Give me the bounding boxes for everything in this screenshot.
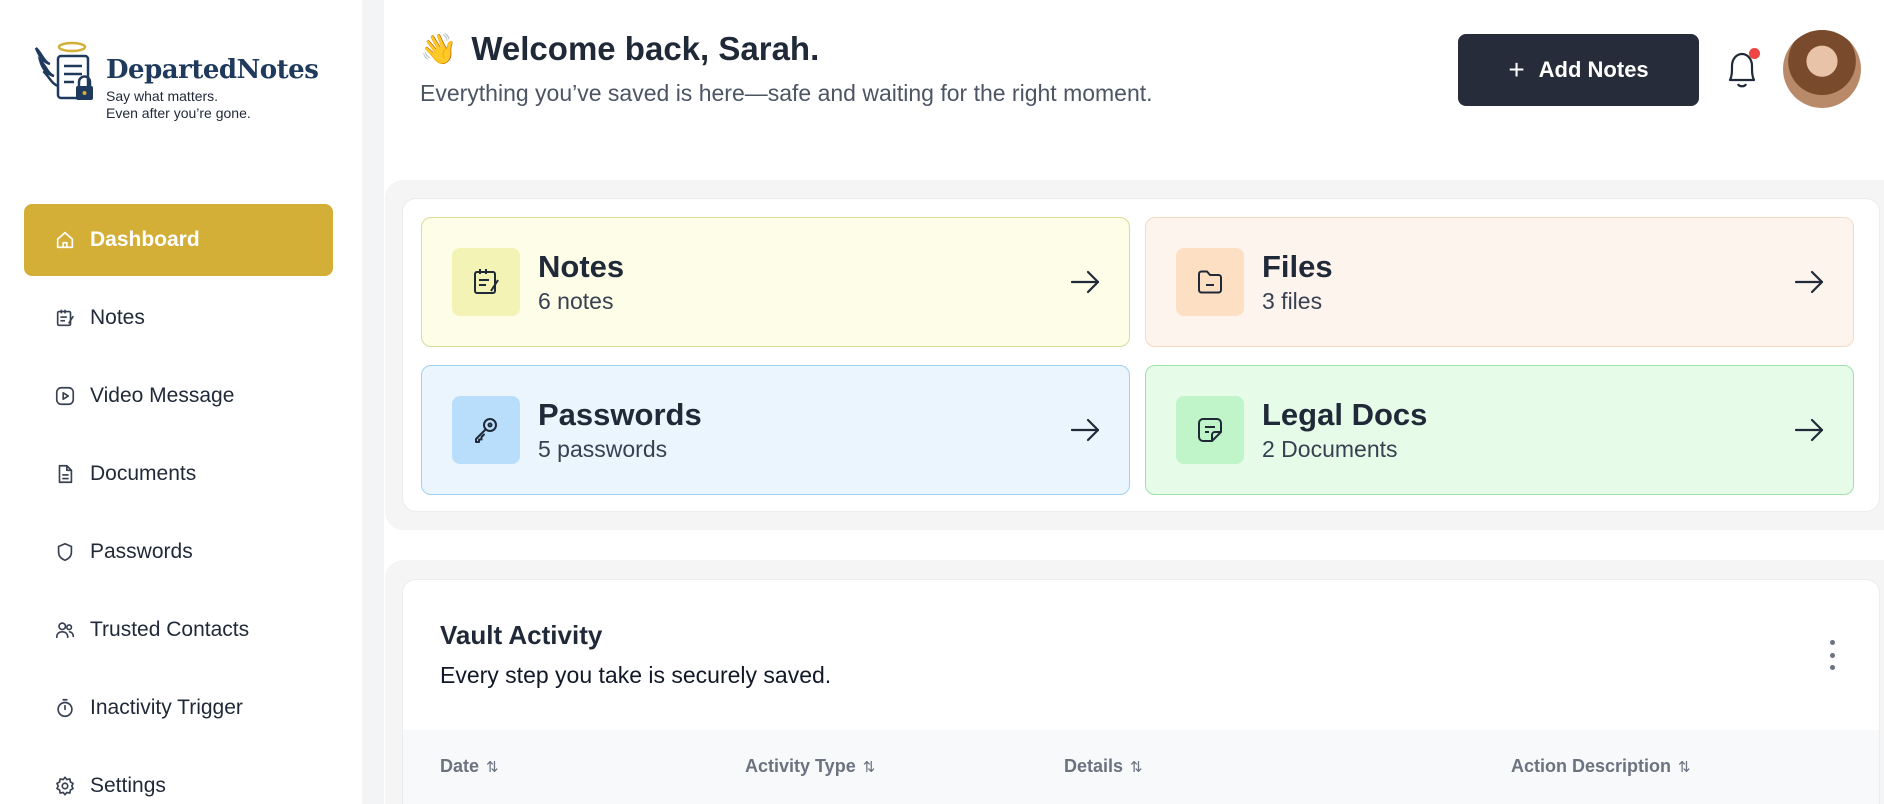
card-count: 5 passwords bbox=[538, 435, 668, 462]
activity-title: Vault Activity bbox=[440, 620, 603, 650]
tagline-line-2: Even after you’re gone. bbox=[106, 105, 251, 121]
notepad-icon bbox=[452, 248, 520, 316]
sort-icon: ⇅ bbox=[1678, 758, 1691, 776]
add-notes-label: Add Notes bbox=[1538, 57, 1649, 82]
main-gutter bbox=[362, 0, 384, 804]
sidebar-item-trusted-contacts[interactable]: Trusted Contacts bbox=[24, 594, 333, 666]
logo-text: DepartedNotes Say what matters. Even aft… bbox=[106, 55, 319, 122]
column-header-date[interactable]: Date ⇅ bbox=[440, 756, 499, 777]
card-title: Files bbox=[1262, 248, 1333, 284]
column-header-label: Activity Type bbox=[745, 756, 856, 776]
sidebar-item-label: Video Message bbox=[90, 384, 235, 407]
passwords-card-text: Passwords 5 passwords bbox=[538, 396, 702, 463]
tagline-line-1: Say what matters. bbox=[106, 88, 219, 104]
notes-card-text: Notes 6 notes bbox=[538, 248, 625, 315]
sidebar-item-dashboard[interactable]: Dashboard bbox=[24, 204, 333, 276]
sidebar-item-passwords[interactable]: Passwords bbox=[24, 516, 333, 588]
sticky-note-icon bbox=[1176, 396, 1244, 464]
arrow-right-icon bbox=[1070, 418, 1100, 442]
sidebar-item-video-message[interactable]: Video Message bbox=[24, 360, 333, 432]
files-card-text: Files 3 files bbox=[1262, 248, 1333, 315]
column-header-activity-type[interactable]: Activity Type ⇅ bbox=[745, 756, 875, 777]
waving-hand-icon: 👋 bbox=[420, 32, 458, 66]
notification-dot bbox=[1749, 48, 1760, 59]
arrow-right-icon bbox=[1794, 418, 1824, 442]
app-root: DepartedNotes Say what matters. Even aft… bbox=[0, 0, 1884, 804]
card-title: Legal Docs bbox=[1262, 396, 1428, 432]
folder-icon bbox=[1176, 248, 1244, 316]
sort-icon: ⇅ bbox=[862, 758, 876, 776]
column-header-label: Date bbox=[440, 756, 480, 776]
sidebar-item-documents[interactable]: Documents bbox=[24, 438, 333, 510]
activity-subtitle: Every step you take is securely saved. bbox=[440, 662, 832, 688]
brand-name: DepartedNotes bbox=[106, 55, 319, 85]
arrow-right-icon bbox=[1794, 270, 1824, 294]
timer-icon bbox=[54, 697, 76, 719]
users-icon bbox=[54, 619, 76, 641]
column-header-details[interactable]: Details ⇅ bbox=[1064, 756, 1143, 777]
shield-icon bbox=[54, 541, 76, 563]
column-header-action-description[interactable]: Action Description ⇅ bbox=[1511, 756, 1691, 777]
column-header-label: Details bbox=[1064, 756, 1124, 776]
page-title: Welcome back, Sarah. bbox=[471, 30, 820, 67]
legal-docs-card-text: Legal Docs 2 Documents bbox=[1262, 396, 1428, 463]
sidebar-item-label: Inactivity Trigger bbox=[90, 696, 243, 719]
sidebar: DepartedNotes Say what matters. Even aft… bbox=[0, 0, 362, 804]
passwords-card[interactable]: Passwords 5 passwords bbox=[421, 365, 1130, 495]
sidebar-item-inactivity-trigger[interactable]: Inactivity Trigger bbox=[24, 672, 333, 744]
card-count: 6 notes bbox=[538, 287, 614, 314]
tagline: Say what matters. Even after you’re gone… bbox=[106, 88, 318, 122]
sidebar-item-label: Dashboard bbox=[90, 228, 200, 251]
document-icon bbox=[54, 463, 76, 485]
arrow-right-icon bbox=[1070, 270, 1100, 294]
sidebar-item-label: Notes bbox=[90, 306, 145, 329]
notes-card[interactable]: Notes 6 notes bbox=[421, 217, 1130, 347]
legal-docs-card[interactable]: Legal Docs 2 Documents bbox=[1145, 365, 1854, 495]
gear-icon bbox=[54, 775, 76, 797]
sidebar-item-label: Settings bbox=[90, 774, 166, 797]
sidebar-item-label: Trusted Contacts bbox=[90, 618, 250, 641]
welcome-heading: 👋 Welcome back, Sarah. bbox=[420, 30, 819, 68]
card-title: Passwords bbox=[538, 396, 702, 432]
sidebar-item-label: Passwords bbox=[90, 540, 193, 563]
sidebar-nav: Dashboard Notes Video Message Documents bbox=[24, 204, 333, 804]
column-header-label: Action Description bbox=[1511, 756, 1672, 776]
logo[interactable]: DepartedNotes Say what matters. Even aft… bbox=[32, 40, 319, 122]
card-count: 3 files bbox=[1262, 287, 1323, 314]
plus-icon: + bbox=[1508, 54, 1525, 85]
notepad-icon bbox=[54, 307, 76, 329]
page-subtitle: Everything you’ve saved is here—safe and… bbox=[420, 80, 1153, 106]
files-card[interactable]: Files 3 files bbox=[1145, 217, 1854, 347]
video-icon bbox=[54, 385, 76, 407]
card-title: Notes bbox=[538, 248, 625, 284]
sidebar-item-settings[interactable]: Settings bbox=[24, 750, 333, 804]
sort-icon: ⇅ bbox=[486, 758, 499, 776]
key-icon bbox=[452, 396, 520, 464]
sort-icon: ⇅ bbox=[1130, 758, 1143, 776]
home-icon bbox=[54, 229, 76, 251]
sidebar-item-notes[interactable]: Notes bbox=[24, 282, 333, 354]
card-count: 2 Documents bbox=[1262, 435, 1398, 462]
notification-bell-icon[interactable] bbox=[1722, 46, 1762, 92]
sidebar-item-label: Documents bbox=[90, 462, 197, 485]
more-options-icon[interactable] bbox=[1822, 640, 1842, 670]
add-notes-button[interactable]: + Add Notes bbox=[1458, 34, 1699, 106]
logo-icon bbox=[34, 41, 93, 100]
user-avatar[interactable] bbox=[1783, 30, 1861, 108]
